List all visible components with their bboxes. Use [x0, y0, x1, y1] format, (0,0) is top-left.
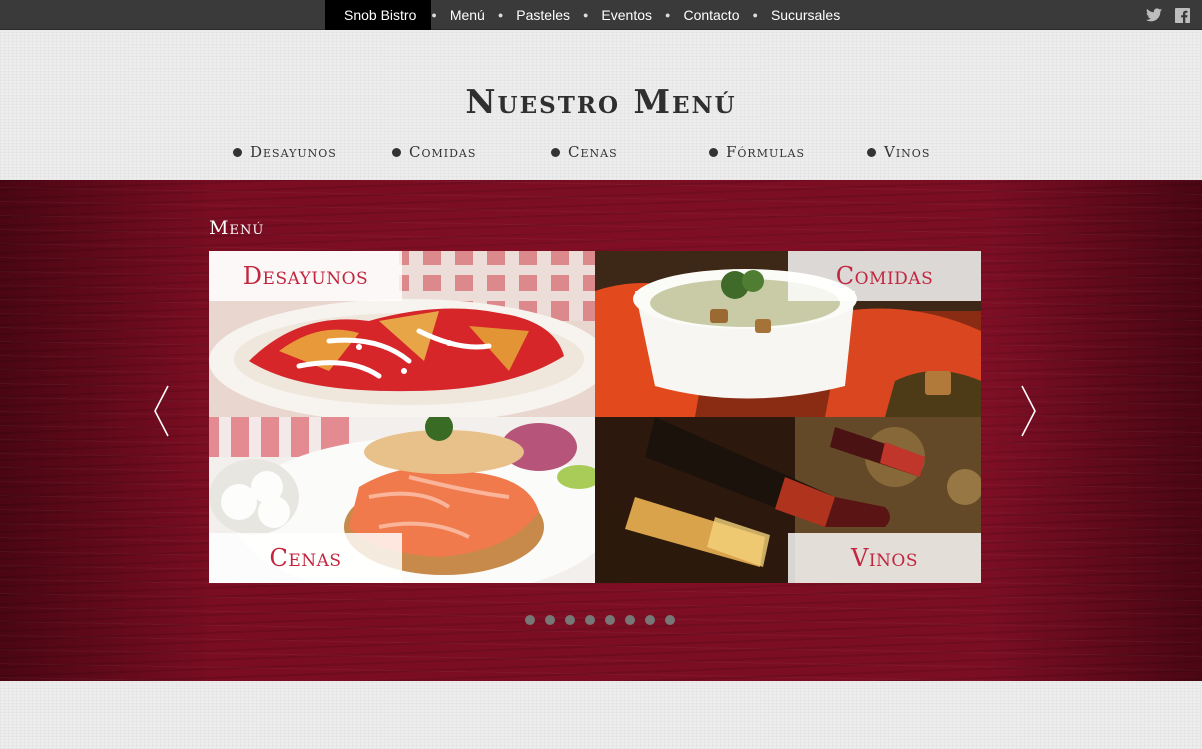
page-title: Nuestro Menú [465, 82, 737, 121]
twitter-icon[interactable] [1146, 7, 1162, 23]
nav-item-pasteles[interactable]: Pasteles [503, 0, 583, 30]
bullet-icon [709, 147, 718, 157]
menu-carousel-section: Menú Desayunos Comidas Cenas Vinos [0, 180, 1202, 681]
subnav-item-cenas[interactable]: Cenas [551, 143, 618, 161]
subnav-item-formulas[interactable]: Fórmulas [709, 143, 805, 161]
tile-vinos[interactable]: Vinos [595, 417, 981, 583]
nav-item-contacto[interactable]: Contacto [670, 0, 752, 30]
bullet-icon [392, 147, 401, 157]
carousel-dot[interactable] [665, 615, 675, 625]
bullet-icon [551, 147, 560, 157]
social-links [1146, 0, 1202, 30]
bullet-icon [867, 147, 876, 157]
subnav-item-vinos[interactable]: Vinos [867, 143, 930, 161]
bullet-icon [233, 147, 242, 157]
tile-desayunos[interactable]: Desayunos [209, 251, 595, 417]
tile-label: Desayunos [209, 251, 402, 301]
section-label: Menú [209, 217, 265, 239]
chevron-right-icon [1021, 385, 1036, 437]
carousel-next-button[interactable] [1018, 384, 1038, 443]
tile-label: Cenas [209, 533, 402, 583]
subnav-label: Fórmulas [726, 143, 806, 161]
main-nav: Snob Bistro ● Menú ● Pasteles ● Eventos … [325, 0, 853, 30]
carousel-dot[interactable] [625, 615, 635, 625]
tile-cenas[interactable]: Cenas [209, 417, 595, 583]
nav-item-menu[interactable]: Menú [437, 0, 498, 30]
tile-comidas[interactable]: Comidas [595, 251, 981, 417]
nav-item-snob-bistro[interactable]: Snob Bistro [325, 0, 432, 30]
carousel-dot[interactable] [545, 615, 555, 625]
facebook-icon[interactable] [1174, 7, 1190, 23]
carousel-dot[interactable] [605, 615, 615, 625]
subnav-item-comidas[interactable]: Comidas [392, 143, 476, 161]
menu-header: Nuestro Menú Desayunos Comidas Cenas Fór… [0, 30, 1202, 180]
menu-tile-grid: Desayunos Comidas Cenas Vinos [209, 251, 981, 583]
tile-label: Comidas [788, 251, 981, 301]
nav-item-eventos[interactable]: Eventos [588, 0, 665, 30]
carousel-dot[interactable] [585, 615, 595, 625]
subnav-label: Comidas [409, 143, 477, 161]
category-subnav: Desayunos Comidas Cenas Fórmulas Vinos [0, 143, 1202, 163]
nav-item-sucursales[interactable]: Sucursales [758, 0, 853, 30]
subnav-label: Cenas [568, 143, 618, 161]
page-footer [0, 681, 1202, 749]
tile-label: Vinos [788, 533, 981, 583]
carousel-dot[interactable] [525, 615, 535, 625]
subnav-label: Vinos [884, 143, 931, 161]
top-nav-bar: Snob Bistro ● Menú ● Pasteles ● Eventos … [0, 0, 1202, 30]
subnav-label: Desayunos [250, 143, 337, 161]
chevron-left-icon [154, 385, 169, 437]
carousel-prev-button[interactable] [152, 384, 172, 443]
carousel-dot[interactable] [645, 615, 655, 625]
subnav-item-desayunos[interactable]: Desayunos [233, 143, 337, 161]
carousel-dot[interactable] [565, 615, 575, 625]
carousel-pagination [525, 615, 685, 625]
